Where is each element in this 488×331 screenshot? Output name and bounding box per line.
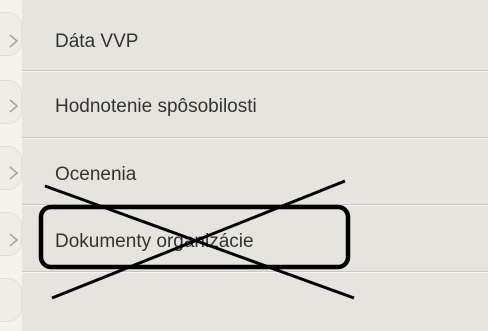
chevron-right-icon [9, 99, 19, 113]
navigation-panel: Dáta VVP Hodnotenie spôsobilosti Oceneni… [0, 0, 488, 331]
rail-tab [0, 278, 22, 322]
menu-item-hodnotenie-sposobilosti[interactable]: Hodnotenie spôsobilosti [9, 72, 488, 138]
chevron-right-icon [9, 233, 19, 247]
menu-item-label: Dáta VVP [55, 31, 139, 52]
menu-item-label: Hodnotenie spôsobilosti [55, 96, 257, 117]
chevron-right-icon [9, 166, 19, 180]
menu-item-label: Dokumenty organizácie [55, 231, 254, 252]
sidebar-menu: Dáta VVP Hodnotenie spôsobilosti Oceneni… [9, 0, 488, 331]
menu-item-dokumenty-organizacie[interactable]: Dokumenty organizácie [9, 206, 488, 272]
chevron-right-icon [9, 34, 19, 48]
menu-item-ocenenia[interactable]: Ocenenia [9, 139, 488, 205]
menu-item-label: Ocenenia [55, 164, 137, 185]
menu-item-data-vvp[interactable]: Dáta VVP [9, 7, 488, 71]
